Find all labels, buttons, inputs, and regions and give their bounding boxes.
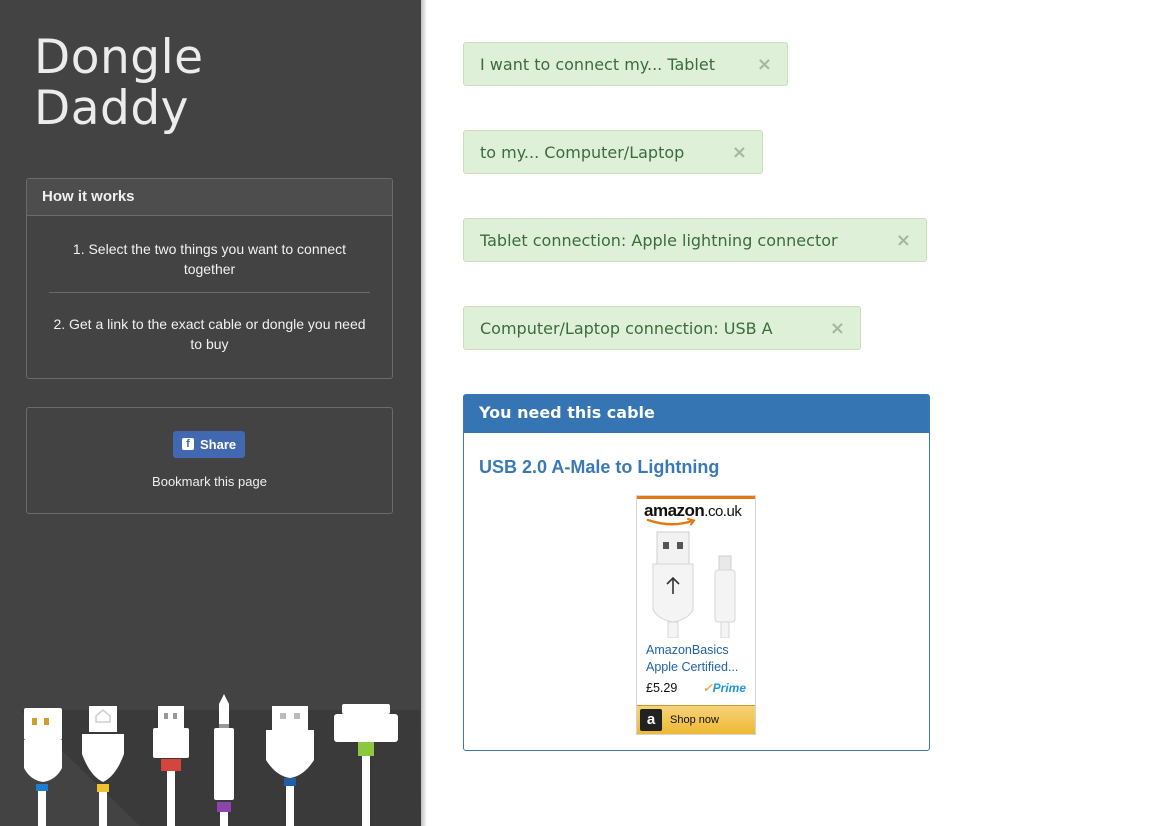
share-panel: f Share Bookmark this page (26, 407, 393, 514)
ad-price: £5.29 (646, 681, 678, 695)
step-divider (49, 292, 370, 293)
prime-badge: ✓Prime (703, 681, 746, 695)
how-it-works-title: How it works (27, 179, 392, 216)
logo-line-1: Dongle (34, 30, 204, 85)
product-link[interactable]: USB 2.0 A-Male to Lightning (479, 457, 719, 478)
amazon-logo-tld: .co.uk (704, 503, 742, 520)
choice-target-label: to my... Computer/Laptop (480, 143, 685, 162)
choice-target-connection-label: Computer/Laptop connection: USB A (480, 319, 773, 338)
result-heading: You need this cable (464, 395, 929, 433)
bookmark-text: Bookmark this page (152, 474, 267, 489)
choice-device-connection-label: Tablet connection: Apple lightning conne… (480, 231, 838, 250)
facebook-icon: f (182, 438, 194, 450)
share-button-label: Share (200, 437, 237, 452)
amazon-a-icon: a (640, 709, 662, 731)
facebook-share-button[interactable]: f Share (173, 431, 245, 458)
site-logo[interactable]: Dongle Daddy (34, 32, 204, 134)
usb-a-cable-icon (24, 708, 62, 826)
product-image (652, 531, 736, 638)
sidebar: Dongle Daddy How it works 1. Select the … (0, 0, 421, 826)
choice-target[interactable]: to my... Computer/Laptop × (463, 130, 763, 174)
remove-choice-device-connection-icon[interactable]: × (896, 219, 911, 263)
shop-now-button[interactable]: a Shop now (637, 705, 755, 734)
result-panel: You need this cable USB 2.0 A-Male to Li… (463, 394, 930, 751)
choice-device-label: I want to connect my... Tablet (480, 55, 715, 74)
choice-device-connection[interactable]: Tablet connection: Apple lightning conne… (463, 218, 927, 262)
amazon-smile-icon (646, 518, 696, 526)
cables-illustration (20, 694, 421, 826)
choice-device[interactable]: I want to connect my... Tablet × (463, 42, 788, 86)
shop-now-label: Shop now (670, 714, 719, 726)
sidebar-edge-shadow (421, 0, 427, 826)
how-it-works-panel: How it works 1. Select the two things yo… (26, 178, 393, 379)
prime-label: Prime (712, 681, 746, 695)
remove-choice-target-icon[interactable]: × (732, 131, 747, 175)
ad-product-title[interactable]: AmazonBasics Apple Certified... (646, 642, 750, 676)
remove-choice-target-connection-icon[interactable]: × (830, 307, 845, 351)
amazon-ad[interactable]: amazon.co.uk AmazonBasics Apple Certifie… (636, 495, 756, 735)
ad-top-strip (637, 496, 755, 499)
how-it-works-step-2: 2. Get a link to the exact cable or dong… (53, 316, 366, 352)
prime-check-icon: ✓ (702, 681, 713, 695)
remove-choice-device-icon[interactable]: × (757, 43, 772, 87)
how-it-works-step-1: 1. Select the two things you want to con… (72, 241, 347, 277)
choice-target-connection[interactable]: Computer/Laptop connection: USB A × (463, 306, 861, 350)
logo-line-2: Daddy (34, 81, 189, 136)
